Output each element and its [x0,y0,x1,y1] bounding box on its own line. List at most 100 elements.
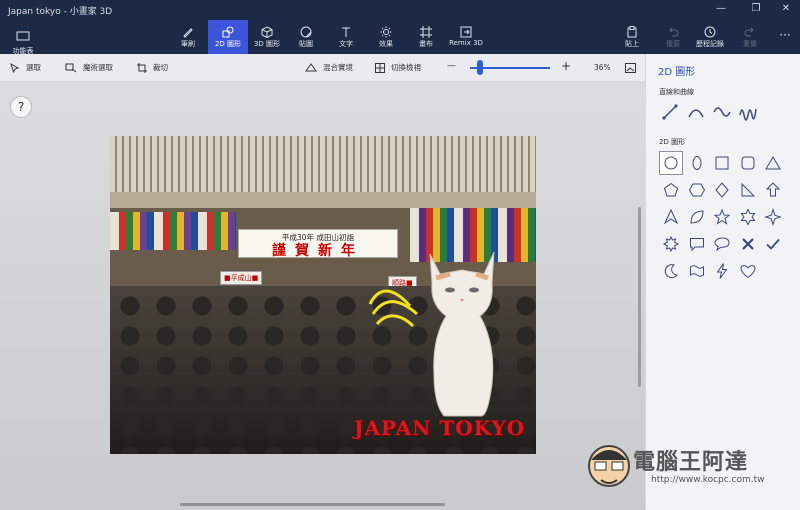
mixed-reality-button[interactable]: 混合實境 [305,62,353,73]
star-5-tool[interactable] [710,205,734,229]
star-4-tool[interactable] [761,205,785,229]
lightning-tool[interactable] [710,259,734,283]
arrow-up-tool[interactable] [761,178,785,202]
undo-button[interactable]: 復原 [653,20,693,54]
lines-section-label: 直線和曲線 [659,88,694,96]
brush-icon [183,28,193,38]
diamond-tool[interactable] [710,178,734,202]
redo-button[interactable]: 重做 [730,20,770,54]
history-icon [704,26,716,38]
maximize-button[interactable]: ❐ [745,3,767,17]
canvas-icon [420,26,432,38]
checkmark-icon [766,238,780,250]
moon-tool[interactable] [659,259,683,283]
magic-select-button[interactable]: 魔術選取 [65,62,113,73]
mixed-reality-icon [305,62,317,71]
history-button[interactable]: 歷程記錄 [690,20,730,54]
cross-tool[interactable] [736,232,760,256]
select-label: 選取 [26,63,41,72]
checkmark-tool[interactable] [761,232,785,256]
flag-tool[interactable] [685,259,709,283]
mascot-logo [588,445,630,487]
new-year-banner: 平成30年 成田山初詣 謹賀新年 [238,229,398,259]
star-6-icon [740,208,755,226]
horizontal-scrollbar[interactable] [180,503,445,506]
zoom-slider-thumb[interactable] [477,60,484,75]
right-triangle-tool[interactable] [736,178,760,202]
multi-curve-tool[interactable] [737,101,759,123]
canvas-workspace[interactable]: ? 平成30年 成田山初詣 謹賀新年 ■平成山■ 順路■ JAPAN TOKYO [0,82,645,510]
close-button[interactable]: ✕ [775,3,797,17]
star-5-icon [713,208,731,225]
banner-title: 謹賀新年 [272,243,364,259]
tool-canvas[interactable]: 畫布 [406,20,446,54]
zoom-out-button[interactable]: — [447,61,456,71]
paste-button[interactable]: 貼上 [612,20,652,54]
triangle-tool[interactable] [761,151,785,175]
more-options-button[interactable]: ··· [774,28,796,42]
shapes-2d-icon [222,26,234,38]
help-button[interactable]: ? [10,96,32,118]
tool-label: 畫布 [419,40,433,48]
canvas-photo[interactable]: 平成30年 成田山初詣 謹賀新年 ■平成山■ 順路■ JAPAN TOKYO [110,136,536,454]
menu-button[interactable]: 功能表 [6,26,40,55]
tool-label: 效果 [379,40,393,48]
undo-icon [669,27,679,37]
tool-2d-shapes[interactable]: 2D 圖形 [208,20,248,54]
temple-roof [110,136,536,196]
speech-bubble-square-tool[interactable] [685,232,709,256]
fit-view-button[interactable] [625,63,636,73]
tool-text[interactable]: 文字 [326,20,366,54]
effects-icon [380,26,392,38]
pentagon-tool[interactable] [659,178,683,202]
toggle-view-button[interactable]: 切換檢視 [375,62,421,73]
vertical-scrollbar[interactable] [638,207,641,387]
curve-icon [688,109,704,118]
tool-3d-shapes[interactable]: 3D 圖形 [247,20,287,54]
square-icon [715,156,729,170]
select-button[interactable]: 選取 [10,62,41,73]
panel-title: 2D 圖形 [658,67,696,78]
tool-sticker[interactable]: 貼圖 [286,20,326,54]
magic-select-icon [65,63,77,72]
leaf-icon [689,210,704,224]
line-tool[interactable] [659,101,681,123]
cursor-icon [10,62,20,73]
starburst-tool[interactable] [659,232,683,256]
heart-tool[interactable] [736,259,760,283]
hexagon-tool[interactable] [685,178,709,202]
tool-label: 復原 [666,40,680,48]
watermark-name: 電腦王阿達 [633,450,749,475]
minimize-button[interactable]: — [710,3,732,17]
speech-bubble-square-icon [689,238,704,252]
speech-bubble-round-tool[interactable] [710,232,734,256]
zoom-in-button[interactable]: + [561,59,571,73]
curtain-left [110,212,236,250]
circle-tool[interactable] [659,151,683,175]
toggle-view-label: 切換檢視 [391,63,421,72]
sticker-icon [300,26,312,38]
star-6-tool[interactable] [736,205,760,229]
paste-icon [627,26,637,38]
leaf-tool[interactable] [685,205,709,229]
arrow-triangle-tool[interactable] [659,205,683,229]
square-tool[interactable] [710,151,734,175]
temple-beam [110,192,536,208]
watermark: 電腦王阿達 http://www.kocpc.com.tw [585,438,800,502]
ellipse-tool[interactable] [685,151,709,175]
arrow-up-icon [765,182,781,197]
zoom-level: 36% [594,63,611,72]
tool-brush[interactable]: 筆刷 [168,20,208,54]
hexagon-icon [688,183,705,197]
tool-label: 2D 圖形 [214,40,242,48]
remix-3d-icon [460,26,472,38]
tool-remix-3d[interactable]: Remix 3D [446,20,486,54]
ellipse-icon [692,156,701,170]
rounded-square-tool[interactable] [736,151,760,175]
curve-tool[interactable] [685,101,707,123]
cross-icon [741,238,754,250]
sign-left: ■平成山■ [220,271,263,285]
crop-button[interactable]: 裁切 [137,62,168,73]
wave-curve-tool[interactable] [711,101,733,123]
tool-effects[interactable]: 效果 [366,20,406,54]
